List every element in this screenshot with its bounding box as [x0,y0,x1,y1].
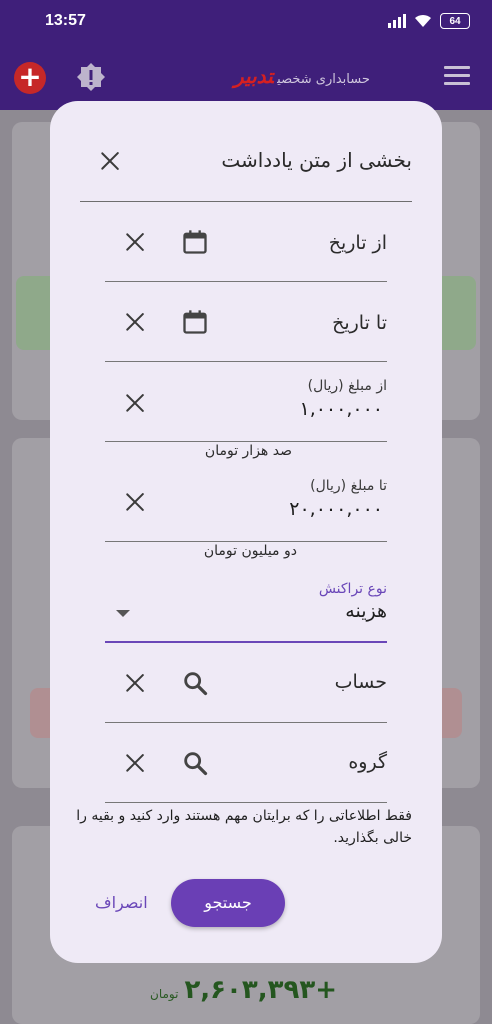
from-amount-helper: صد هزار تومان [204,443,292,459]
dropdown-caret-icon[interactable] [116,610,130,617]
to-amount-helper: دو میلیون تومان [203,543,297,559]
search-icon[interactable] [181,749,209,777]
calendar-icon[interactable] [181,228,209,256]
alert-badge-icon[interactable] [76,62,106,92]
to-date-field[interactable]: تا تاریخ [105,282,387,362]
clear-account-icon[interactable] [123,671,147,695]
app-brand: حسابداری شخصیتدبیر [234,64,370,88]
clear-from-date-icon[interactable] [123,230,147,254]
battery-level: 64 [449,15,461,27]
from-date-label: از تاریخ [328,232,387,254]
wifi-icon [415,14,431,27]
total-amount: +۲,۶۰۳,۳۹۳ [184,975,338,1005]
close-icon[interactable] [98,149,122,173]
total-unit: تومان [150,987,179,1001]
cancel-button[interactable]: انصراف [95,893,148,912]
from-date-field[interactable]: از تاریخ [105,202,387,282]
to-date-label: تا تاریخ [332,312,387,334]
from-amount-value: ۱,۰۰۰,۰۰۰ [299,398,383,420]
search-dialog: بخشی از متن یادداشت از تاریخ تا تاریخ از… [50,101,442,963]
add-button[interactable]: + [14,62,46,94]
account-field[interactable]: حساب [105,643,387,723]
calendar-icon[interactable] [181,308,209,336]
brand-text: حسابداری شخصی [277,72,370,87]
dialog-title: بخشی از متن یادداشت [221,148,412,172]
hint-text: فقط اطلاعاتی را که برایتان مهم هستند وار… [76,808,412,846]
transaction-type-select[interactable]: هزینه [345,600,387,622]
battery-icon: 64 [440,13,470,29]
to-amount-field[interactable]: تا مبلغ (ریال) ۲۰,۰۰۰,۰۰۰ [105,462,387,542]
status-bar: 13:57 64 [0,0,492,44]
transaction-type-label: نوع تراکنش [318,581,387,597]
signal-icon [388,14,406,28]
to-amount-label: تا مبلغ (ریال) [310,478,387,494]
group-field[interactable]: گروه [105,723,387,803]
search-icon[interactable] [181,669,209,697]
hamburger-menu-icon[interactable] [444,66,470,90]
from-amount-label: از مبلغ (ریال) [307,378,387,394]
clear-from-amount-icon[interactable] [123,391,147,415]
status-time: 13:57 [45,12,86,29]
from-amount-field[interactable]: از مبلغ (ریال) ۱,۰۰۰,۰۰۰ [105,362,387,442]
group-label: گروه [348,751,387,773]
to-amount-value: ۲۰,۰۰۰,۰۰۰ [289,498,383,520]
account-label: حساب [334,671,387,693]
search-button[interactable]: جستجو [171,879,285,927]
clear-to-amount-icon[interactable] [123,490,147,514]
brand-logo: تدبیر [234,64,274,88]
status-icons: 64 [388,12,470,30]
clear-group-icon[interactable] [123,751,147,775]
background-total: +۲,۶۰۳,۳۹۳ تومان [150,975,337,1005]
clear-to-date-icon[interactable] [123,310,147,334]
